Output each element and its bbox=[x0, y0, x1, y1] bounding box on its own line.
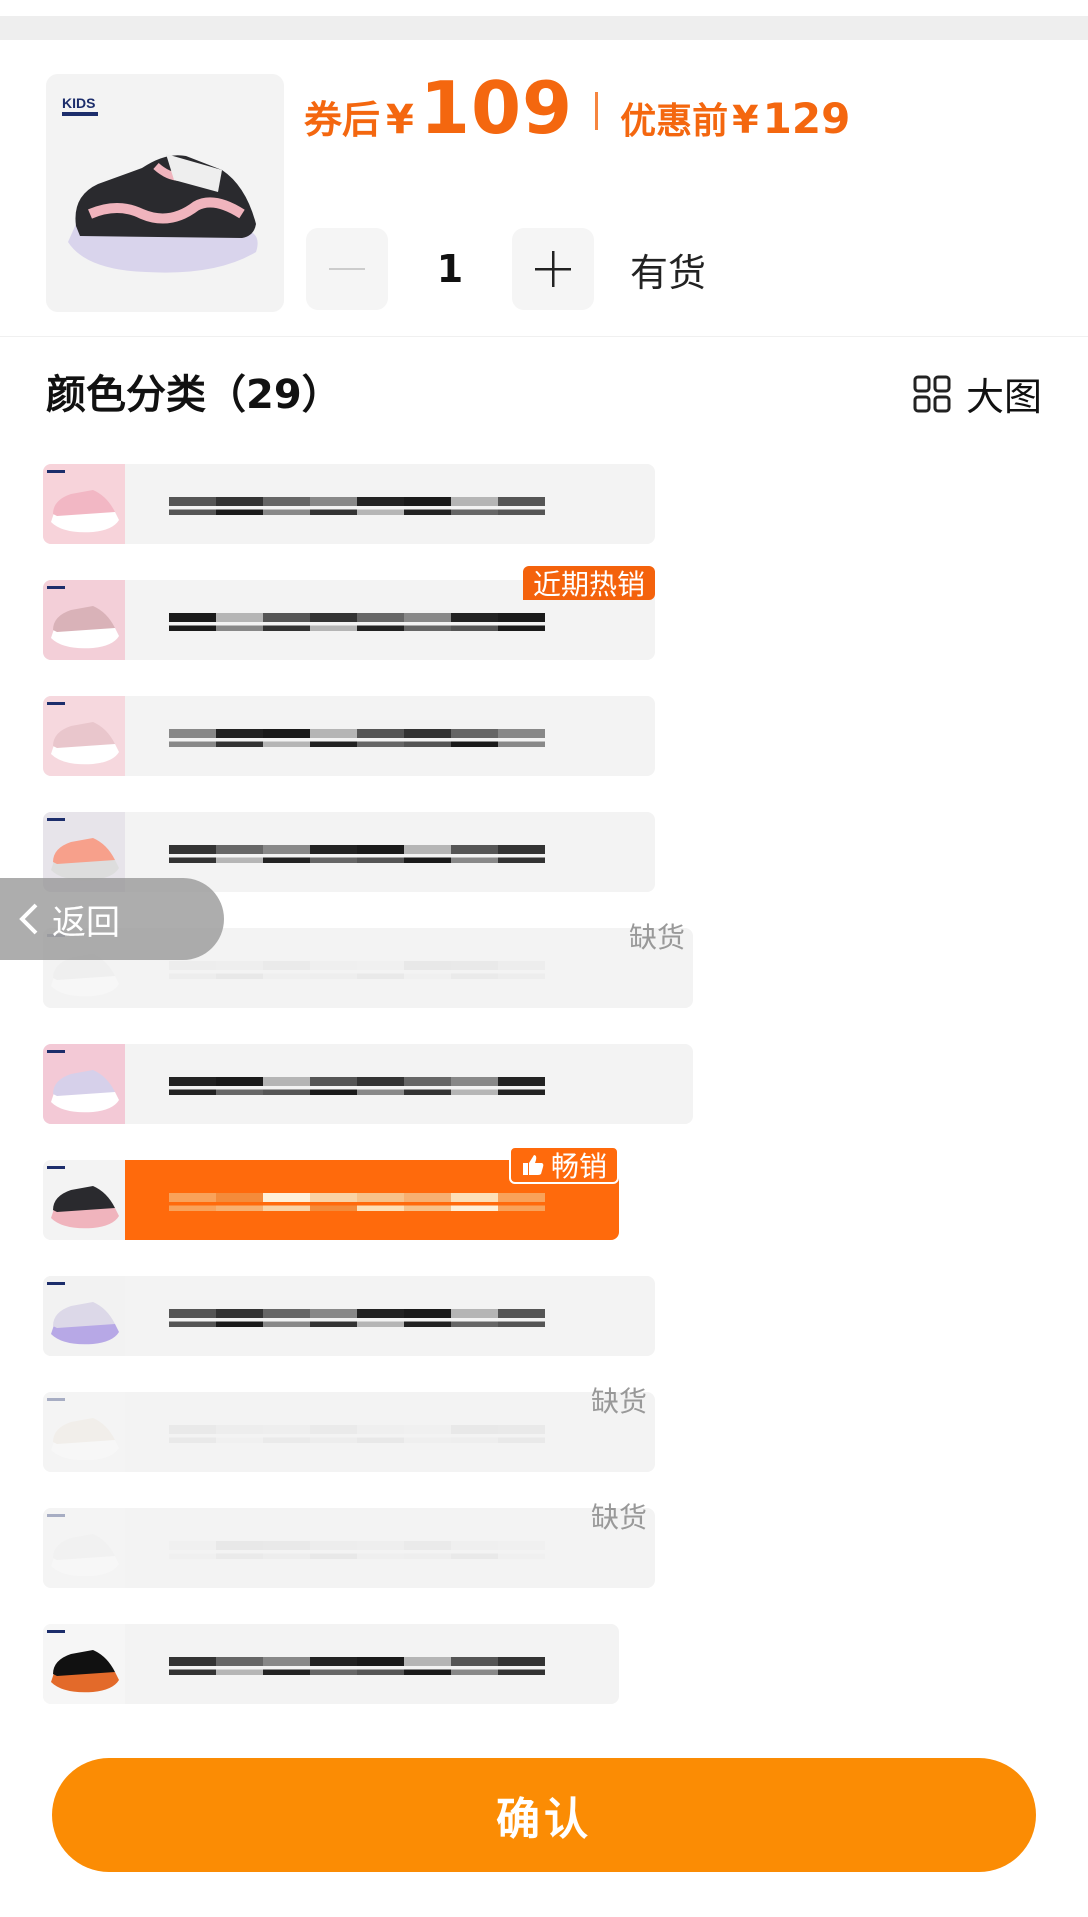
after-coupon-label: 券后 bbox=[304, 98, 381, 142]
increase-button[interactable] bbox=[512, 228, 594, 310]
brand-logo: KIDS bbox=[62, 95, 95, 111]
grid-icon bbox=[913, 375, 951, 412]
color-option-label bbox=[169, 1044, 673, 1124]
price-after-coupon: 109 bbox=[419, 66, 574, 150]
back-button[interactable]: 返回 bbox=[0, 878, 224, 960]
color-option[interactable] bbox=[43, 696, 655, 776]
chevron-left-icon bbox=[19, 903, 38, 935]
best-seller-badge: 畅销 bbox=[508, 1146, 619, 1184]
color-option[interactable] bbox=[43, 1624, 619, 1704]
color-swatch bbox=[43, 1276, 125, 1356]
top-strip bbox=[0, 0, 1088, 40]
color-option-label bbox=[169, 1392, 635, 1472]
confirm-button[interactable]: 确认 bbox=[52, 1758, 1036, 1872]
color-option[interactable] bbox=[43, 1044, 693, 1124]
price-divider bbox=[595, 92, 599, 130]
color-option-label bbox=[169, 812, 635, 892]
color-option[interactable] bbox=[43, 1276, 655, 1356]
product-thumbnail[interactable]: KIDS bbox=[46, 74, 284, 312]
currency-symbol: ¥ bbox=[386, 97, 414, 143]
quantity-value[interactable]: 1 bbox=[388, 247, 512, 291]
color-category-title: 颜色分类（29） bbox=[46, 372, 342, 418]
color-swatch bbox=[43, 1624, 125, 1704]
color-swatch bbox=[43, 580, 125, 660]
color-option-label bbox=[169, 464, 635, 544]
color-option[interactable]: 近期热销 bbox=[43, 566, 655, 660]
color-option-label bbox=[169, 1624, 599, 1704]
color-swatch bbox=[43, 1508, 125, 1588]
currency-symbol: ¥ bbox=[732, 98, 759, 142]
decrease-button[interactable] bbox=[306, 228, 388, 310]
color-swatch bbox=[43, 1392, 125, 1472]
back-label: 返回 bbox=[52, 902, 120, 943]
color-option[interactable] bbox=[43, 464, 655, 544]
color-swatch bbox=[43, 696, 125, 776]
price-row: 券后 ¥ 109 优惠前 ¥ 129 bbox=[304, 66, 850, 156]
color-option-label bbox=[169, 1276, 635, 1356]
color-option: 缺货 bbox=[43, 1385, 655, 1472]
minus-icon bbox=[329, 268, 365, 270]
sold-out-badge: 缺货 bbox=[628, 921, 685, 954]
color-swatch bbox=[43, 1044, 125, 1124]
sold-out-badge: 缺货 bbox=[590, 1385, 647, 1418]
best-seller-label: 畅销 bbox=[550, 1150, 607, 1183]
plus-icon bbox=[535, 251, 571, 287]
stock-status: 有货 bbox=[630, 250, 707, 295]
hot-seller-badge: 近期热销 bbox=[522, 566, 655, 601]
color-swatch bbox=[43, 464, 125, 544]
sold-out-badge: 缺货 bbox=[590, 1501, 647, 1534]
big-view-toggle[interactable]: 大图 bbox=[912, 366, 1042, 421]
color-option-label bbox=[169, 696, 635, 776]
big-view-label: 大图 bbox=[965, 375, 1042, 419]
thumbs-up-icon bbox=[522, 1155, 544, 1175]
price-before-discount: 129 bbox=[762, 94, 851, 143]
color-option: 缺货 bbox=[43, 1501, 655, 1588]
color-option-label bbox=[169, 928, 673, 1008]
color-option-label bbox=[169, 1508, 635, 1588]
product-header: KIDS 券后 ¥ 109 优惠前 ¥ 129 1 有货 bbox=[0, 40, 1088, 337]
before-discount-label: 优惠前 bbox=[620, 101, 729, 142]
color-option[interactable]: 畅销 bbox=[43, 1146, 619, 1240]
color-swatch bbox=[43, 1160, 125, 1240]
quantity-stepper: 1 有货 bbox=[306, 228, 706, 310]
